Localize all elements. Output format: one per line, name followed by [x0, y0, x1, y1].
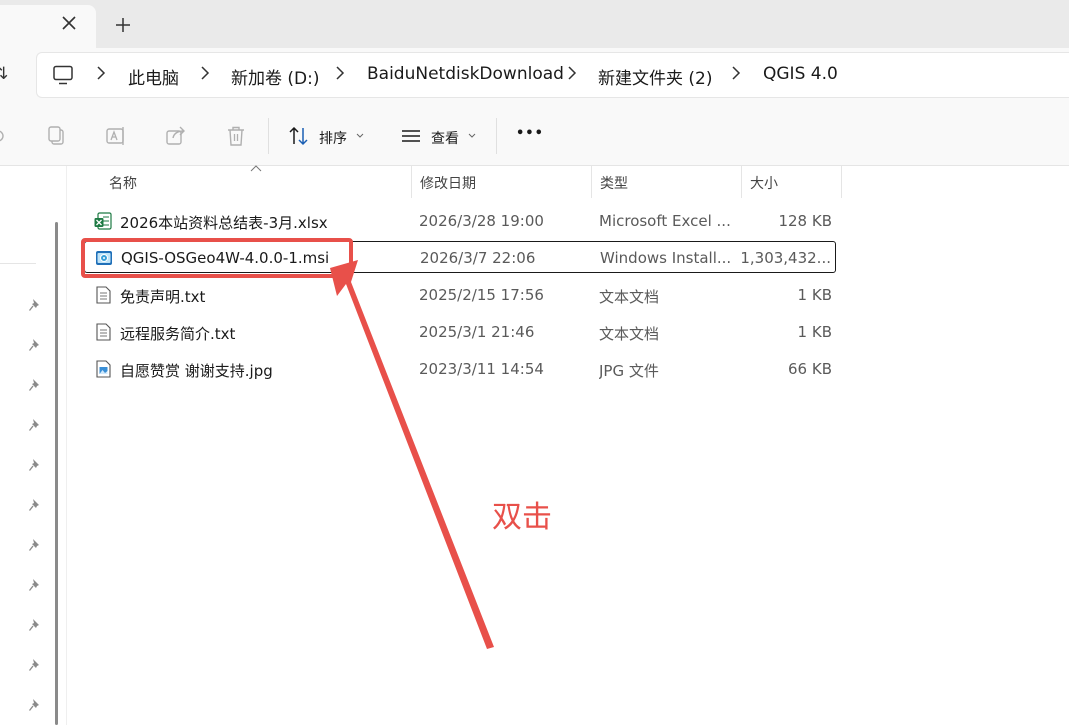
column-header-label: 名称: [109, 176, 137, 192]
pin-icon: [28, 499, 39, 511]
pin-icon: [28, 299, 39, 311]
pin-icon: [28, 379, 39, 391]
file-row-selected[interactable]: QGIS-OSGeo4W-4.0.0-1.msi 2026/3/7 22:06 Wi…: [84, 241, 836, 273]
text-file-icon: [96, 323, 111, 341]
more-options-button[interactable]: •••: [516, 126, 544, 141]
sort-button[interactable]: 排序: [319, 128, 347, 148]
modified-date: 2026/3/28 19:00: [419, 212, 544, 230]
pin-icon: [28, 339, 39, 351]
share-icon[interactable]: [165, 125, 187, 147]
view-button[interactable]: 查看: [431, 128, 459, 148]
file-type: 文本文档: [599, 288, 660, 306]
column-header-name[interactable]: 名称: [101, 166, 412, 198]
pane-divider[interactable]: [66, 166, 67, 725]
pin-icon: [28, 539, 39, 551]
breadcrumb-qgis-4[interactable]: QGIS 4.0: [763, 64, 838, 84]
file-size: 1 KB: [797, 286, 832, 304]
modified-date: 2025/2/15 17:56: [419, 286, 544, 304]
modified-date: 2026/3/7 22:06: [420, 249, 536, 267]
sort-icon[interactable]: [288, 125, 310, 147]
pin-icon: [28, 619, 39, 631]
chevron-down-icon[interactable]: [356, 133, 364, 138]
file-size: 1,303,432...: [740, 249, 831, 267]
nav-divider: [0, 263, 36, 264]
breadcrumb-new-folder-2[interactable]: 新建文件夹 (2): [598, 64, 712, 89]
chevron-right-icon[interactable]: [335, 66, 345, 80]
modified-date: 2025/3/1 21:46: [419, 323, 535, 341]
pin-icon: [28, 699, 39, 711]
rename-icon[interactable]: [105, 125, 127, 147]
file-type: JPG 文件: [599, 362, 659, 380]
text-file-icon: [96, 286, 111, 304]
copy-icon[interactable]: [46, 125, 68, 147]
file-type: Windows Install...: [600, 249, 732, 267]
file-name: 远程服务简介.txt: [120, 325, 236, 343]
file-type: 文本文档: [599, 325, 660, 343]
new-tab-icon[interactable]: [112, 14, 134, 36]
cut-icon[interactable]: [0, 126, 6, 146]
file-name: 自愿赞赏 谢谢支持.jpg: [120, 362, 273, 380]
navigation-pane: [0, 166, 50, 725]
file-size: 1 KB: [797, 323, 832, 341]
file-row[interactable]: 自愿赞赏 谢谢支持.jpg 2023/3/11 14:54 JPG 文件 66 KB: [84, 353, 836, 385]
file-row[interactable]: 免责声明.txt 2025/2/15 17:56 文本文档 1 KB: [84, 279, 836, 311]
close-tab-icon[interactable]: [60, 14, 78, 32]
file-name: QGIS-OSGeo4W-4.0.0-1.msi: [121, 249, 330, 267]
chevron-right-icon[interactable]: [731, 66, 741, 80]
nav-scrollbar[interactable]: [55, 222, 58, 725]
pin-icon: [28, 579, 39, 591]
tab-active[interactable]: [0, 5, 96, 48]
column-header-label: 大小: [750, 176, 778, 192]
column-header-label: 修改日期: [420, 176, 476, 192]
pin-icon: [28, 419, 39, 431]
pin-icon: [28, 459, 39, 471]
breadcrumb-this-pc[interactable]: 此电脑: [128, 64, 179, 89]
column-header-size[interactable]: 大小: [742, 166, 842, 198]
file-size: 128 KB: [778, 212, 832, 230]
file-name: 2026本站资料总结表-3月.xlsx: [120, 214, 328, 232]
file-name: 免责声明.txt: [120, 288, 206, 306]
image-file-icon: [96, 360, 111, 378]
chevron-down-icon[interactable]: [468, 133, 476, 138]
toolbar-divider: [268, 118, 269, 154]
chevron-right-icon[interactable]: [96, 66, 106, 80]
column-header-type[interactable]: 类型: [592, 166, 742, 198]
file-size: 66 KB: [788, 360, 832, 378]
column-header-date[interactable]: 修改日期: [412, 166, 592, 198]
pin-icon: [28, 659, 39, 671]
excel-icon: [94, 212, 112, 230]
file-type: Microsoft Excel ...: [599, 212, 731, 230]
file-row[interactable]: 远程服务简介.txt 2025/3/1 21:46 文本文档 1 KB: [84, 316, 836, 348]
chevron-right-icon[interactable]: [200, 66, 210, 80]
refresh-icon[interactable]: ⇅: [0, 64, 8, 84]
toolbar-divider: [496, 118, 497, 154]
chevron-right-icon[interactable]: [567, 66, 577, 80]
computer-icon[interactable]: [52, 65, 74, 85]
delete-icon[interactable]: [225, 125, 247, 147]
breadcrumb-baidu-download[interactable]: BaiduNetdiskDownload: [367, 64, 564, 84]
msi-installer-icon: [96, 251, 112, 265]
view-icon[interactable]: [400, 125, 422, 147]
tab-strip: [0, 0, 1069, 48]
file-row[interactable]: 2026本站资料总结表-3月.xlsx 2026/3/28 19:00 Micros…: [84, 205, 836, 237]
annotation-double-click-label: 双击: [492, 500, 552, 535]
column-header-label: 类型: [600, 176, 628, 192]
modified-date: 2023/3/11 14:54: [419, 360, 544, 378]
breadcrumb-drive-d[interactable]: 新加卷 (D:): [231, 64, 320, 89]
